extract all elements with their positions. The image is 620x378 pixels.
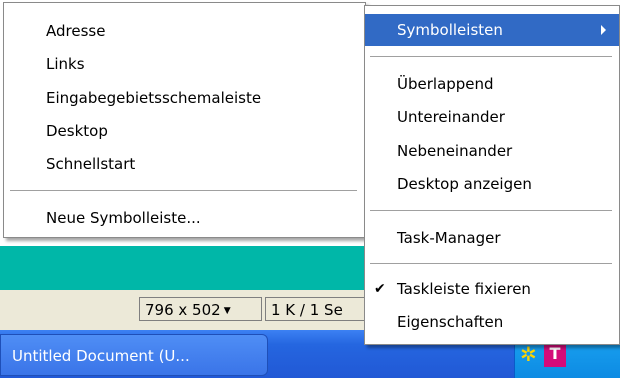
menu-item-eingabegebietsschemaleiste[interactable]: Eingabegebietsschemaleiste: [4, 82, 365, 114]
menu-item-adresse[interactable]: Adresse: [4, 15, 365, 47]
menu-item-label: Symbolleisten: [397, 21, 503, 39]
zoom-dropdown[interactable]: 796 x 502 ▼: [139, 297, 262, 321]
checkmark-icon: ✔: [374, 281, 386, 297]
menu-separator: [370, 210, 612, 211]
zoom-value: 796 x 502: [145, 301, 221, 319]
menu-item-desktop-anzeigen[interactable]: Desktop anzeigen: [365, 168, 619, 200]
menu-item-neue-symbolleiste[interactable]: Neue Symbolleiste...: [4, 202, 365, 234]
network-icon[interactable]: ✲: [520, 344, 537, 364]
menu-item-taskleiste-fixieren[interactable]: ✔ Taskleiste fixieren: [365, 273, 619, 305]
menu-item-symbolleisten[interactable]: Symbolleisten: [365, 14, 619, 46]
triangle-right-icon: [601, 25, 606, 35]
toolbars-submenu: Adresse Links Eingabegebietsschemaleiste…: [3, 2, 366, 238]
menu-item-eigenschaften[interactable]: Eigenschaften: [365, 306, 619, 338]
menu-item-ueberlappend[interactable]: Überlappend: [365, 68, 619, 100]
menu-item-label: Taskleiste fixieren: [397, 280, 531, 298]
menu-separator: [10, 190, 357, 191]
menu-item-nebeneinander[interactable]: Nebeneinander: [365, 135, 619, 167]
menu-separator: [370, 263, 612, 264]
menu-item-desktop[interactable]: Desktop: [4, 115, 365, 147]
taskbar-window-button[interactable]: Untitled Document (U...: [0, 334, 268, 376]
menu-separator: [370, 56, 612, 57]
taskbar-context-menu: Symbolleisten Überlappend Untereinander …: [364, 5, 620, 345]
dropdown-arrow-icon: ▼: [223, 305, 231, 316]
file-size-field: 1 K / 1 Se: [265, 297, 375, 321]
menu-item-task-manager[interactable]: Task-Manager: [365, 222, 619, 254]
menu-item-links[interactable]: Links: [4, 48, 365, 80]
menu-item-schnellstart[interactable]: Schnellstart: [4, 148, 365, 180]
menu-item-untereinander[interactable]: Untereinander: [365, 101, 619, 133]
